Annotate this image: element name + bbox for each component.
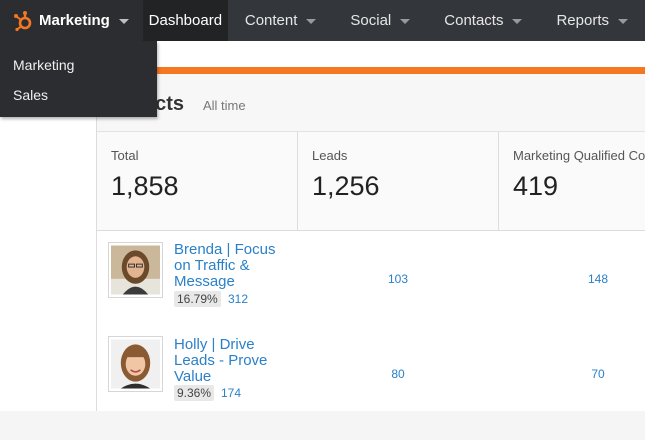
avatar-holly-image: [111, 339, 160, 389]
nav-tab-label: Content: [244, 12, 298, 29]
leads-value-link[interactable]: 80: [368, 367, 428, 381]
stat-leads[interactable]: Leads 1,256: [298, 132, 499, 230]
nav-tab-content[interactable]: Content: [228, 0, 334, 41]
accent-bar: [97, 67, 645, 74]
contact-name-link[interactable]: Holly | Drive Leads - Prove Value: [174, 337, 294, 385]
nav-tab-social[interactable]: Social: [333, 0, 427, 41]
contact-name-link[interactable]: Brenda | Focus on Traffic & Message: [174, 242, 294, 290]
nav-tab-label: Dashboard: [148, 12, 223, 29]
stat-value: 419: [513, 171, 559, 201]
leads-value-link[interactable]: 103: [368, 272, 428, 286]
nav-tab-reports[interactable]: Reports: [539, 0, 645, 41]
stat-label: Total: [111, 148, 139, 163]
nav-tab-label: Social: [350, 12, 392, 29]
avatar: [108, 336, 163, 392]
nav-tab-dashboard[interactable]: Dashboard: [142, 0, 228, 41]
panel-subtitle: All time: [203, 98, 246, 113]
stat-mql[interactable]: Marketing Qualified Co 419: [499, 132, 645, 230]
nav-tab-label: Reports: [556, 12, 609, 29]
stat-label: Marketing Qualified Co: [513, 148, 645, 163]
stat-value: 1,858: [111, 171, 179, 201]
chevron-down-icon: [306, 19, 317, 24]
percent-badge: 9.36%: [174, 385, 215, 401]
table-row: Brenda | Focus on Traffic & Message 16.7…: [97, 232, 645, 336]
chevron-down-icon: [118, 19, 129, 24]
brand-dropdown-menu: Marketing Sales: [0, 41, 157, 117]
table-row: Holly | Drive Leads - Prove Value 9.36% …: [97, 336, 645, 440]
panel-header: acts All time: [97, 74, 645, 132]
count-link[interactable]: 174: [221, 386, 241, 400]
brand-menu-button[interactable]: Marketing: [0, 0, 143, 41]
percent-badge: 16.79%: [174, 291, 221, 307]
dropdown-item-marketing[interactable]: Marketing: [0, 50, 157, 80]
brand-label: Marketing: [39, 12, 110, 29]
stat-total[interactable]: Total 1,858: [97, 132, 298, 230]
hubspot-sprocket-icon: [14, 10, 32, 31]
dropdown-item-sales[interactable]: Sales: [0, 80, 157, 110]
chevron-down-icon: [400, 19, 411, 24]
avatar: [108, 242, 163, 298]
chevron-down-icon: [512, 19, 523, 24]
avatar-brenda-image: [111, 245, 160, 295]
stat-value: 1,256: [312, 171, 380, 201]
mql-value-link[interactable]: 70: [568, 367, 628, 381]
stats-row: Total 1,858 Leads 1,256 Marketing Qualif…: [97, 132, 645, 231]
chevron-down-icon: [618, 19, 628, 24]
main-panel: acts All time Total 1,858 Leads 1,256 Ma…: [97, 41, 645, 411]
nav-tab-contacts[interactable]: Contacts: [427, 0, 539, 41]
top-nav-bar: Marketing Dashboard Content Social Conta…: [0, 0, 645, 41]
stat-label: Leads: [312, 148, 348, 163]
count-link[interactable]: 312: [228, 292, 248, 306]
nav-tab-label: Contacts: [444, 12, 504, 29]
mql-value-link[interactable]: 148: [568, 272, 628, 286]
